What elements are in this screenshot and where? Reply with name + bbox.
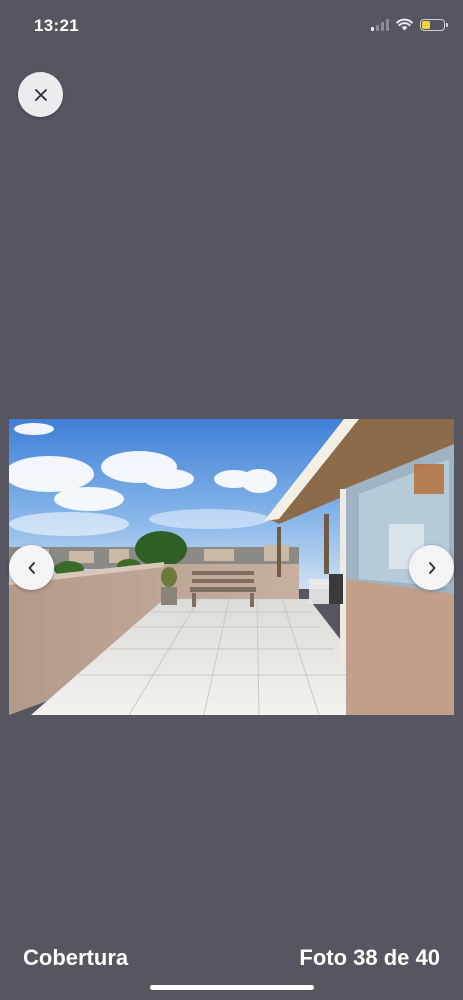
home-indicator[interactable] [150, 985, 314, 990]
photo-title: Cobertura [23, 945, 129, 970]
close-icon [34, 88, 47, 101]
photo-counter: Foto 38 de 40 [299, 945, 440, 970]
rooftop-terrace-image [9, 419, 454, 715]
gallery-photo[interactable] [9, 419, 454, 715]
battery-level [422, 20, 431, 29]
battery-icon [420, 18, 448, 31]
status-bar: 13:21 [0, 0, 463, 54]
cellular-signal-icon [371, 18, 389, 31]
previous-photo-button[interactable] [9, 545, 54, 590]
close-button[interactable] [18, 72, 63, 117]
chevron-left-icon [28, 561, 35, 574]
status-time: 13:21 [34, 16, 79, 35]
chevron-right-icon [428, 561, 435, 574]
status-icons [371, 18, 448, 31]
wifi-icon [396, 18, 413, 31]
next-photo-button[interactable] [409, 545, 454, 590]
photo-footer: Cobertura Foto 38 de 40 [0, 930, 463, 986]
